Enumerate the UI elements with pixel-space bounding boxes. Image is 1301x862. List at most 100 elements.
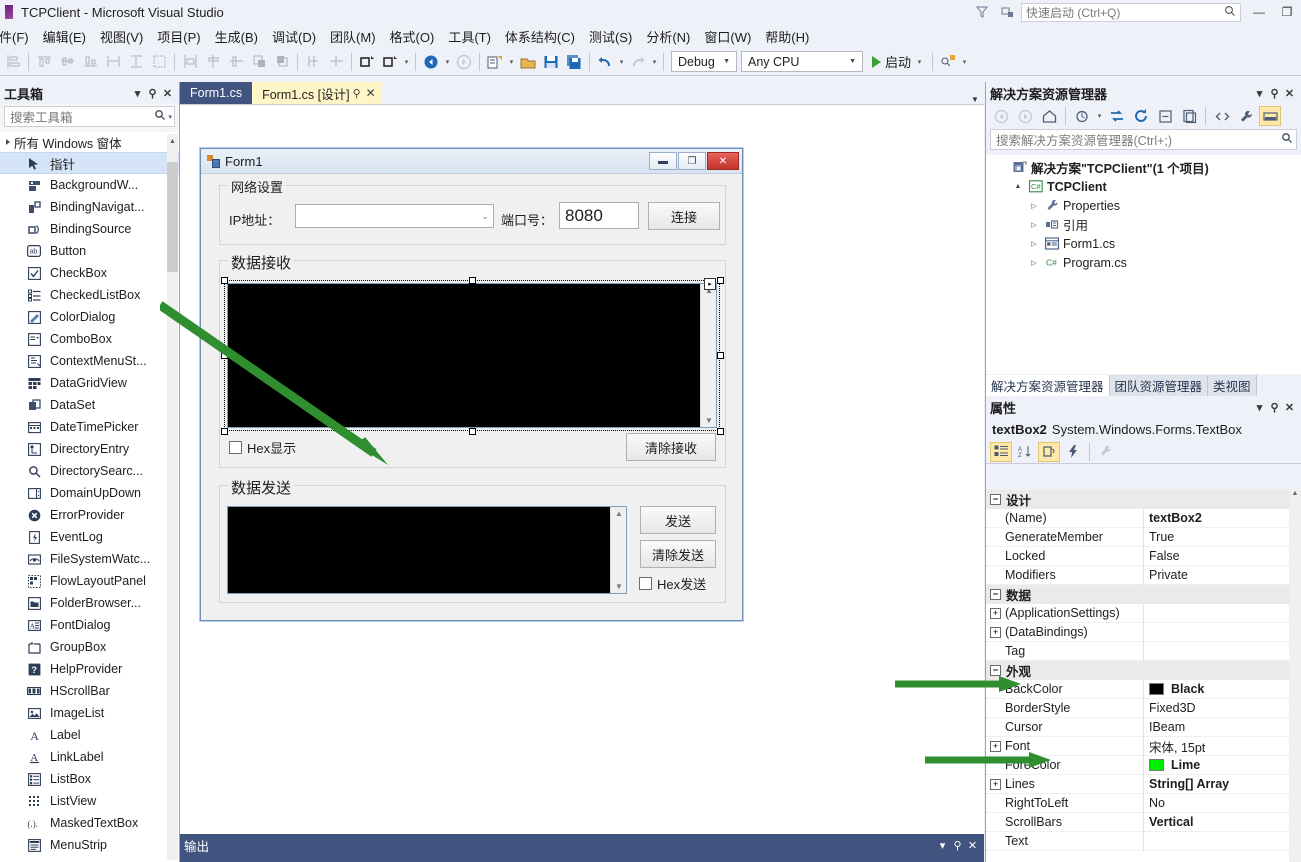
events-view-icon[interactable] (1062, 442, 1084, 462)
toolbox-search-input[interactable]: 搜索工具箱 ▾ (4, 106, 175, 127)
menu-project[interactable]: 项目(P) (150, 25, 207, 48)
tab-class-view[interactable]: 类视图 (1208, 375, 1257, 396)
tree-expander-icon[interactable]: ▷ (1028, 202, 1040, 210)
start-debug-chevron-icon[interactable]: ▾ (915, 51, 924, 73)
menu-format[interactable]: 格式(O) (383, 25, 442, 48)
toolbox-item-list[interactable]: 所有 Windows 窗体 指针 BackgroundW... BindingNav… (0, 132, 179, 862)
checkbox-hex-send-box[interactable] (639, 577, 652, 590)
resize-handle-ml[interactable] (221, 352, 228, 359)
send-to-back-icon[interactable] (271, 51, 293, 73)
save-icon[interactable] (540, 51, 562, 73)
property-row[interactable]: + (ApplicationSettings) (986, 603, 1301, 623)
solution-tree-node[interactable]: ▷ C# Program.cs (986, 253, 1301, 272)
property-pages-icon[interactable] (1095, 442, 1117, 462)
undo-icon[interactable] (594, 51, 616, 73)
toolbox-item-domainupdown[interactable]: DomainUpDown (0, 482, 179, 504)
collapse-all-icon[interactable] (1154, 106, 1176, 126)
solution-explorer-pin-icon[interactable]: ⚲ (1267, 84, 1282, 102)
resize-handle-bl[interactable] (221, 428, 228, 435)
resize-handle-bc[interactable] (469, 428, 476, 435)
menu-view[interactable]: 视图(V) (93, 25, 150, 48)
property-value-cell[interactable]: textBox2 (1144, 511, 1301, 525)
start-debug-button[interactable]: 启动 ▾ (868, 51, 928, 73)
resize-handle-tl[interactable] (221, 277, 228, 284)
refresh-icon[interactable] (1130, 106, 1152, 126)
properties-scroll-up-icon[interactable]: ▲ (1289, 490, 1301, 503)
maximize-button[interactable]: ❐ (1273, 0, 1301, 24)
toolbox-item-contextmenust[interactable]: ContextMenuSt... (0, 350, 179, 372)
menu-help[interactable]: 帮助(H) (758, 25, 816, 48)
property-row[interactable]: Text (986, 831, 1301, 851)
property-row[interactable]: (Name) textBox2 (986, 508, 1301, 528)
toolbox-item-imagelist[interactable]: ImageList (0, 702, 179, 724)
tab-pin-icon[interactable]: ⚲ (350, 87, 364, 100)
tab-order-icon[interactable] (302, 51, 324, 73)
navigate-forward-dark-icon[interactable] (356, 51, 378, 73)
alphabetical-view-icon[interactable]: AZ (1014, 442, 1036, 462)
resize-handle-tr[interactable] (717, 277, 724, 284)
tree-expander-icon[interactable]: ▷ (1028, 259, 1040, 267)
solution-explorer-tree[interactable]: ▣ 解决方案"TCPClient"(1 个项目) ▲ C# TCPClient ▷ Prop… (986, 155, 1301, 374)
toolbox-item-listview[interactable]: ListView (0, 790, 179, 812)
toolbox-item-bindingnavigat[interactable]: BindingNavigat... (0, 196, 179, 218)
solution-tree-node[interactable]: ▷ Properties (986, 196, 1301, 215)
property-value-cell[interactable]: No (1144, 796, 1301, 810)
textbox-port[interactable]: 8080 (559, 202, 639, 229)
toolbox-item-backgroundw[interactable]: BackgroundW... (0, 174, 179, 196)
toolbox-scroll-up-icon[interactable]: ▲ (167, 134, 178, 148)
redo-chevron-icon[interactable]: ▾ (650, 51, 659, 73)
quick-launch-input[interactable]: 快速启动 (Ctrl+Q) (1021, 2, 1241, 22)
tree-expander-icon[interactable]: ▲ (1012, 183, 1024, 190)
tab-team-explorer[interactable]: 团队资源管理器 (1109, 375, 1209, 396)
toolbox-item-eventlog[interactable]: EventLog (0, 526, 179, 548)
toolbox-dropdown-icon[interactable]: ▾ (130, 84, 145, 102)
property-row[interactable]: BackColor Black (986, 679, 1301, 699)
toolbox-item-bindingsource[interactable]: BindingSource (0, 218, 179, 240)
category-expander-icon[interactable]: − (990, 494, 1001, 505)
new-project-icon[interactable] (484, 51, 506, 73)
solution-configuration-select[interactable]: Debug ▼ (671, 51, 737, 72)
sync-with-active-document-icon[interactable] (1106, 106, 1128, 126)
tree-expander-icon[interactable]: ▷ (1028, 221, 1040, 229)
toolbox-item-menustrip[interactable]: MenuStrip (0, 834, 179, 856)
resize-handle-br[interactable] (717, 428, 724, 435)
toolbox-scrollbar[interactable]: ▲ (167, 134, 178, 860)
category-expander-icon[interactable]: − (990, 665, 1001, 676)
checkbox-hex-display-box[interactable] (229, 441, 242, 454)
groupbox-data-receive[interactable]: 数据接收 ▲ ▼ ▸ Hex显示 清除接收 (219, 252, 726, 468)
align-bottoms-icon[interactable] (79, 51, 101, 73)
toolbox-item-errorprovider[interactable]: ErrorProvider (0, 504, 179, 526)
form-maximize-button[interactable]: ❐ (678, 152, 706, 170)
notifications-icon[interactable] (995, 1, 1021, 23)
menu-file[interactable]: 件(F) (0, 25, 36, 48)
make-same-width-icon[interactable] (102, 51, 124, 73)
property-value-cell[interactable]: Vertical (1144, 815, 1301, 829)
toolbox-search-chevron-icon[interactable]: ▾ (168, 113, 172, 121)
checkbox-hex-display[interactable]: Hex显示 (229, 438, 296, 457)
resize-handle-tc[interactable] (469, 277, 476, 284)
tab-form1-cs[interactable]: Form1.cs (180, 82, 253, 104)
property-row[interactable]: ForeColor Lime (986, 755, 1301, 775)
property-row[interactable]: GenerateMember True (986, 527, 1301, 547)
textbox-send[interactable]: ▲ ▼ (227, 506, 627, 594)
combobox-ip-address[interactable]: ⌄ (295, 204, 494, 228)
form-close-button[interactable]: ✕ (707, 152, 739, 170)
toolbox-pin-icon[interactable]: ⚲ (145, 84, 160, 102)
solution-tree-node[interactable]: ▲ C# TCPClient (986, 177, 1301, 196)
smart-tag-glyph-icon[interactable]: ▸ (704, 278, 716, 290)
menu-test[interactable]: 测试(S) (582, 25, 639, 48)
property-row[interactable]: ScrollBars Vertical (986, 812, 1301, 832)
button-send[interactable]: 发送 (640, 506, 716, 534)
toolbox-item-directoryentry[interactable]: DirectoryEntry (0, 438, 179, 460)
navigate-forward-icon[interactable] (453, 51, 475, 73)
toolbar-overflow-chevron-icon[interactable]: ▾ (402, 51, 411, 73)
solution-platform-select[interactable]: Any CPU ▼ (741, 51, 863, 72)
property-row[interactable]: RightToLeft No (986, 793, 1301, 813)
properties-view-icon[interactable] (1038, 441, 1060, 462)
property-row[interactable]: + (DataBindings) (986, 622, 1301, 642)
toolbox-item-groupbox[interactable]: GroupBox (0, 636, 179, 658)
properties-object-selector[interactable]: textBox2 System.Windows.Forms.TextBox (986, 418, 1301, 440)
navigate-backward-icon[interactable] (420, 51, 442, 73)
property-value-cell[interactable]: Fixed3D (1144, 701, 1301, 715)
redo-icon[interactable] (627, 51, 649, 73)
